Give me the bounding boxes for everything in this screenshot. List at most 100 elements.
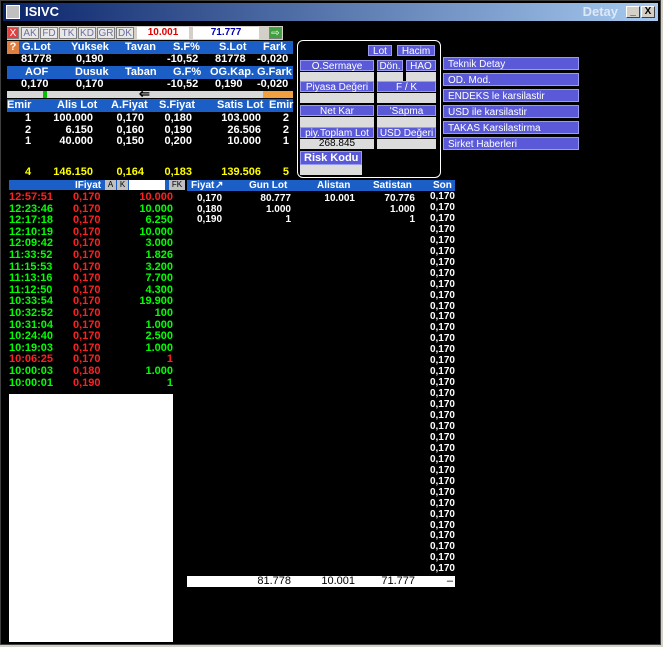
trade-price: 0,170 <box>73 202 101 215</box>
title-bar[interactable]: ISIVC Detay _ X <box>3 3 658 21</box>
trade-row: 10:06:25 0,170 1 <box>9 354 173 365</box>
menu-item-endeks-le-karsilastir[interactable]: ENDEKS le karsilastir <box>443 89 579 102</box>
menu-item-usd-ile-karsilastir[interactable]: USD ile karsilastir <box>443 105 579 118</box>
ob-hdr-alistan[interactable]: Alistan <box>317 180 350 191</box>
trade-time: 10:19:03 <box>9 341 54 354</box>
trade-time: 10:24:40 <box>9 330 54 343</box>
tab-gr[interactable]: GR <box>97 27 115 39</box>
trade-row: 10:00:03 0,180 1.000 <box>9 366 173 377</box>
son-value: 0,170 <box>429 223 455 235</box>
go-arrow-icon[interactable]: ⇨ <box>269 27 282 39</box>
trade-volume: 10.000 <box>139 191 173 203</box>
son-value: 0,170 <box>429 191 455 202</box>
lot-button[interactable]: Lot <box>368 45 392 57</box>
depth-cell: 10.000 <box>227 135 261 147</box>
trades-k-button[interactable]: K <box>117 180 128 190</box>
menu-item-teknik-detay[interactable]: Teknik Detay <box>443 57 579 70</box>
son-value: 0,170 <box>429 256 455 268</box>
trade-row: 10:32:52 0,170 100 <box>9 308 173 319</box>
trade-time: 10:31:04 <box>9 318 54 331</box>
o-sermaye-button[interactable]: O.Sermaye <box>300 60 374 72</box>
sapma-value <box>377 117 436 127</box>
depth-header: Emir Alis Lot A.Fiyat S.Fiyat Satis Lot … <box>7 99 293 112</box>
depth-cell: 2 <box>25 123 32 136</box>
ob-satistan: 1 <box>409 214 415 225</box>
info-panel: Lot Hacim O.Sermaye Dön. HAO Piyasa Değe… <box>297 40 441 178</box>
trades-a-button[interactable]: A <box>105 180 116 190</box>
toolbar-close-icon[interactable]: X <box>7 27 19 39</box>
val-gf: -10,52 <box>167 78 199 90</box>
piyasa-degeri-button[interactable]: Piyasa Değeri <box>300 81 374 93</box>
trade-price: 0,170 <box>73 295 101 308</box>
trade-price: 0,170 <box>73 307 101 319</box>
sapma-button[interactable]: 'Sapma <box>377 105 436 117</box>
ob-satistan: 70.776 <box>384 193 415 204</box>
toplam-lot-value: 268.845 <box>300 139 374 149</box>
depth-cell: 26.506 <box>227 123 261 136</box>
tab-dk[interactable]: DK <box>116 27 134 39</box>
help-icon[interactable]: ? <box>7 41 19 54</box>
piy-toplam-lot-button[interactable]: piy.Toplam Lot <box>300 127 374 139</box>
son-value: 0,170 <box>429 300 455 312</box>
trade-volume: 3.000 <box>145 237 173 250</box>
toolbar: X AK FD TK KD GR DK 10.001 71.777 ⇨ <box>7 26 283 40</box>
trade-price: 0,180 <box>73 365 101 377</box>
hao-button[interactable]: HAO <box>406 60 436 72</box>
footer-son: – <box>446 575 453 587</box>
depth-cell: 1 <box>25 112 32 124</box>
piyasa-degeri-value <box>300 93 374 103</box>
fk-button[interactable]: F / K <box>377 81 436 93</box>
trade-row: 11:13:16 0,170 7.700 <box>9 273 173 284</box>
menu-item-sirket-haberleri[interactable]: Sirket Haberleri <box>443 137 579 150</box>
tab-kd[interactable]: KD <box>78 27 96 39</box>
tab-fd[interactable]: FD <box>40 27 58 39</box>
depth-cell: 103.000 <box>221 112 261 124</box>
son-value: 0,170 <box>429 563 455 575</box>
don-button[interactable]: Dön. <box>377 60 403 72</box>
tab-tk[interactable]: TK <box>59 27 77 39</box>
trade-row: 12:09:42 0,170 3.000 <box>9 238 173 249</box>
fk-toggle-button[interactable]: FK <box>169 180 185 190</box>
minimize-button[interactable]: _ <box>626 6 640 18</box>
val-g-fark: -0,020 <box>257 78 289 90</box>
trade-volume: 3.200 <box>145 260 173 273</box>
window-title: ISIVC <box>25 4 59 19</box>
trade-time: 10:32:52 <box>9 307 54 319</box>
trades-filter-input[interactable] <box>129 180 165 190</box>
depth-cell: 0,180 <box>164 112 192 124</box>
trade-price: 0,170 <box>73 249 101 261</box>
son-value: 0,170 <box>429 508 455 520</box>
hacim-button[interactable]: Hacim <box>397 45 435 57</box>
ob-hdr-son[interactable]: Son <box>433 180 452 191</box>
usd-degeri-value <box>377 139 436 149</box>
trade-row: 10:19:03 0,170 1.000 <box>9 341 173 354</box>
val-fark: -0,020 <box>257 53 289 65</box>
toolbar-value-blue[interactable]: 71.777 <box>193 27 259 39</box>
close-button[interactable]: X <box>641 6 655 18</box>
ob-hdr-satistan[interactable]: Satistan <box>373 180 412 191</box>
son-value: 0,170 <box>429 245 455 257</box>
hdr-satis-lot: Satis Lot <box>217 99 264 111</box>
net-kar-button[interactable]: Net Kar <box>300 105 374 117</box>
tab-ak[interactable]: AK <box>21 27 39 39</box>
empty-area <box>9 394 173 642</box>
trade-time: 10:33:54 <box>9 295 54 308</box>
trade-row: 10:33:54 0,170 19.900 <box>9 296 173 307</box>
trade-time: 10:00:03 <box>9 365 54 377</box>
menu-item-od-mod-[interactable]: OD. Mod. <box>443 73 579 86</box>
trade-price: 0,170 <box>73 353 101 366</box>
son-value: 0,170 <box>429 234 455 246</box>
depth-total-cell: 146.150 <box>53 166 93 178</box>
sort-icon[interactable]: ↗ <box>215 180 223 191</box>
menu-item-takas-karsilastirma[interactable]: TAKAS Karsilastirma <box>443 121 579 134</box>
footer-gun-lot: 81.778 <box>257 575 291 587</box>
footer-satistan: 71.777 <box>381 575 415 587</box>
usd-degeri-button[interactable]: USD Değeri <box>377 127 436 139</box>
risk-kodu-value <box>300 165 362 175</box>
depth-total-cell: 4 <box>25 166 32 178</box>
depth-cell: 0,150 <box>116 135 144 147</box>
ob-hdr-fiyat[interactable]: Fiyat <box>191 180 214 191</box>
risk-kodu-button[interactable]: Risk Kodu <box>300 151 362 165</box>
ob-hdr-gun-lot[interactable]: Gun Lot <box>249 180 287 191</box>
son-value: 0,170 <box>429 377 455 389</box>
